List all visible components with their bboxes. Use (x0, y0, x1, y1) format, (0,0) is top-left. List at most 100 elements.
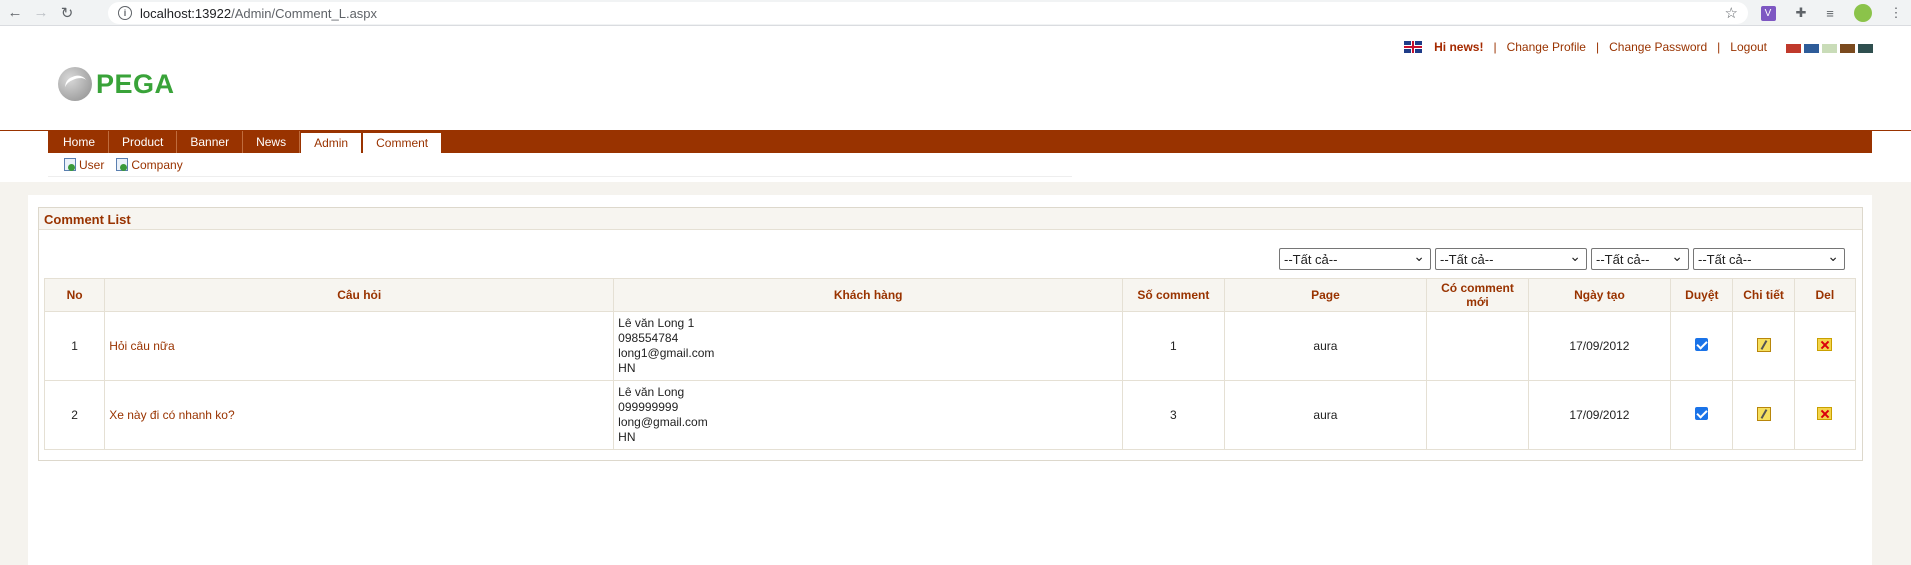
customer-info: Lê văn Long 099999999 long@gmail.com HN (613, 380, 1124, 450)
detail-cell (1732, 311, 1795, 381)
logout-link[interactable]: Logout (1730, 40, 1767, 54)
approve-cell (1670, 311, 1734, 381)
logo-globe-icon (58, 67, 92, 101)
separator: | (1717, 40, 1721, 54)
delete-cell (1793, 380, 1857, 450)
table-row: 2 Xe này đi có nhanh ko? Lê văn Long 099999… (43, 380, 1857, 450)
media-control-icon[interactable]: ≡ (1820, 3, 1840, 23)
delete-cell (1793, 311, 1857, 381)
customer-line: HN (618, 361, 636, 375)
menu-item-news[interactable]: News (243, 131, 301, 153)
change-password-link[interactable]: Change Password (1609, 40, 1707, 54)
customer-line: Lê văn Long (618, 385, 685, 399)
menu-item-banner[interactable]: Banner (177, 131, 244, 153)
filters: --Tất cả-- --Tất cả-- --Tất cả-- --Tất c… (1279, 248, 1845, 270)
extensions-puzzle-icon[interactable]: ✚ (1791, 3, 1811, 23)
col-question: Câu hỏi (104, 278, 615, 312)
col-comment-count: Số comment (1122, 278, 1225, 312)
panel-title: Comment List (39, 208, 1862, 230)
main-menu: Home Product Banner News Admin Comment (48, 131, 1872, 153)
menu-item-comment[interactable]: Comment (362, 132, 443, 153)
customer-line: 099999999 (618, 400, 679, 414)
user-icon (116, 158, 129, 171)
theme-color-picker (1786, 44, 1873, 53)
edit-icon[interactable] (1756, 406, 1771, 421)
col-new-comment: Có comment mới (1426, 278, 1529, 312)
comment-table: No Câu hỏi Khách hàng Số comment Page Có… (43, 278, 1857, 450)
customer-line: 098554784 (618, 331, 679, 345)
comment-list-panel: Comment List --Tất cả-- --Tất cả-- --Tất… (38, 207, 1863, 461)
edit-icon[interactable] (1756, 337, 1771, 352)
theme-swatch[interactable] (1786, 44, 1801, 53)
browser-menu-icon[interactable]: ⋮ (1886, 3, 1906, 23)
new-comment-flag (1426, 311, 1529, 381)
page-name: aura (1223, 311, 1428, 381)
back-icon[interactable]: ← (4, 2, 26, 24)
greeting: Hi news! (1434, 40, 1484, 54)
table-header-row: No Câu hỏi Khách hàng Số comment Page Có… (43, 278, 1857, 312)
table-row: 1 Hỏi câu nữa Lê văn Long 1 098554784 long1@… (43, 311, 1857, 381)
detail-cell (1732, 380, 1795, 450)
filter-select-4[interactable]: --Tất cả-- (1693, 248, 1845, 270)
info-icon[interactable]: i (118, 6, 132, 20)
delete-icon[interactable] (1817, 338, 1833, 351)
content-area: Comment List --Tất cả-- --Tất cả-- --Tất… (28, 195, 1872, 565)
address-bar[interactable]: i localhost:13922/Admin/Comment_L.aspx ☆ (108, 2, 1748, 24)
customer-line: long1@gmail.com (618, 346, 715, 360)
submenu-item-company[interactable]: Company (116, 157, 183, 172)
menu-item-admin[interactable]: Admin (300, 132, 363, 153)
reload-icon[interactable]: ↻ (56, 2, 78, 24)
theme-swatch[interactable] (1804, 44, 1819, 53)
filter-select-2[interactable]: --Tất cả-- (1435, 248, 1587, 270)
customer-line: HN (618, 430, 636, 444)
approve-checkbox[interactable] (1695, 338, 1709, 351)
col-approved: Duyệt (1670, 278, 1734, 312)
created-date: 17/09/2012 (1527, 311, 1672, 381)
user-icon (64, 158, 76, 171)
menu-item-product[interactable]: Product (109, 131, 178, 153)
user-links: Hi news! | Change Profile | Change Passw… (1404, 40, 1767, 54)
row-no: 1 (43, 311, 106, 381)
col-page: Page (1223, 278, 1428, 312)
uk-flag-icon[interactable] (1404, 41, 1423, 53)
comment-count: 1 (1122, 311, 1225, 381)
theme-swatch[interactable] (1822, 44, 1837, 53)
submenu-item-user[interactable]: User (64, 158, 104, 172)
col-created-date: Ngày tạo (1527, 278, 1672, 312)
delete-icon[interactable] (1817, 407, 1833, 420)
new-comment-flag (1426, 380, 1529, 450)
approve-checkbox[interactable] (1695, 407, 1709, 420)
url-path: /Admin/Comment_L.aspx (231, 5, 378, 21)
customer-line: long@gmail.com (618, 415, 708, 429)
change-profile-link[interactable]: Change Profile (1507, 40, 1586, 54)
url-host: localhost:13922 (140, 5, 232, 21)
theme-swatch[interactable] (1840, 44, 1855, 53)
sub-menu: User Company (48, 153, 1072, 177)
logo[interactable]: PEGA (58, 67, 175, 101)
filter-select-1[interactable]: --Tất cả-- (1279, 248, 1431, 270)
bookmark-star-icon[interactable]: ☆ (1725, 4, 1738, 22)
approve-cell (1670, 380, 1734, 450)
page: PEGA Hi news! | Change Profile | Change … (0, 27, 1911, 565)
row-no: 2 (43, 380, 106, 450)
separator: | (1493, 40, 1497, 54)
menu-item-home[interactable]: Home (50, 131, 110, 153)
separator: | (1595, 40, 1600, 54)
customer-line: Lê văn Long 1 (618, 316, 695, 330)
filter-select-3[interactable]: --Tất cả-- (1591, 248, 1689, 270)
col-no: No (43, 278, 106, 312)
customer-info: Lê văn Long 1 098554784 long1@gmail.com HN (613, 311, 1124, 381)
submenu-label: Company (131, 157, 183, 172)
created-date: 17/09/2012 (1527, 380, 1672, 450)
col-delete: Del (1793, 278, 1857, 312)
forward-icon[interactable]: → (30, 2, 52, 24)
question-link[interactable]: Hỏi câu nữa (104, 311, 615, 381)
extension-v-icon[interactable]: V (1758, 3, 1778, 23)
submenu-label: User (79, 157, 105, 172)
col-detail: Chi tiết (1732, 278, 1795, 312)
page-name: aura (1223, 380, 1428, 450)
question-link[interactable]: Xe này đi có nhanh ko? (104, 380, 615, 450)
profile-avatar-icon[interactable] (1853, 3, 1873, 23)
comment-count: 3 (1122, 380, 1225, 450)
theme-swatch[interactable] (1858, 44, 1873, 53)
